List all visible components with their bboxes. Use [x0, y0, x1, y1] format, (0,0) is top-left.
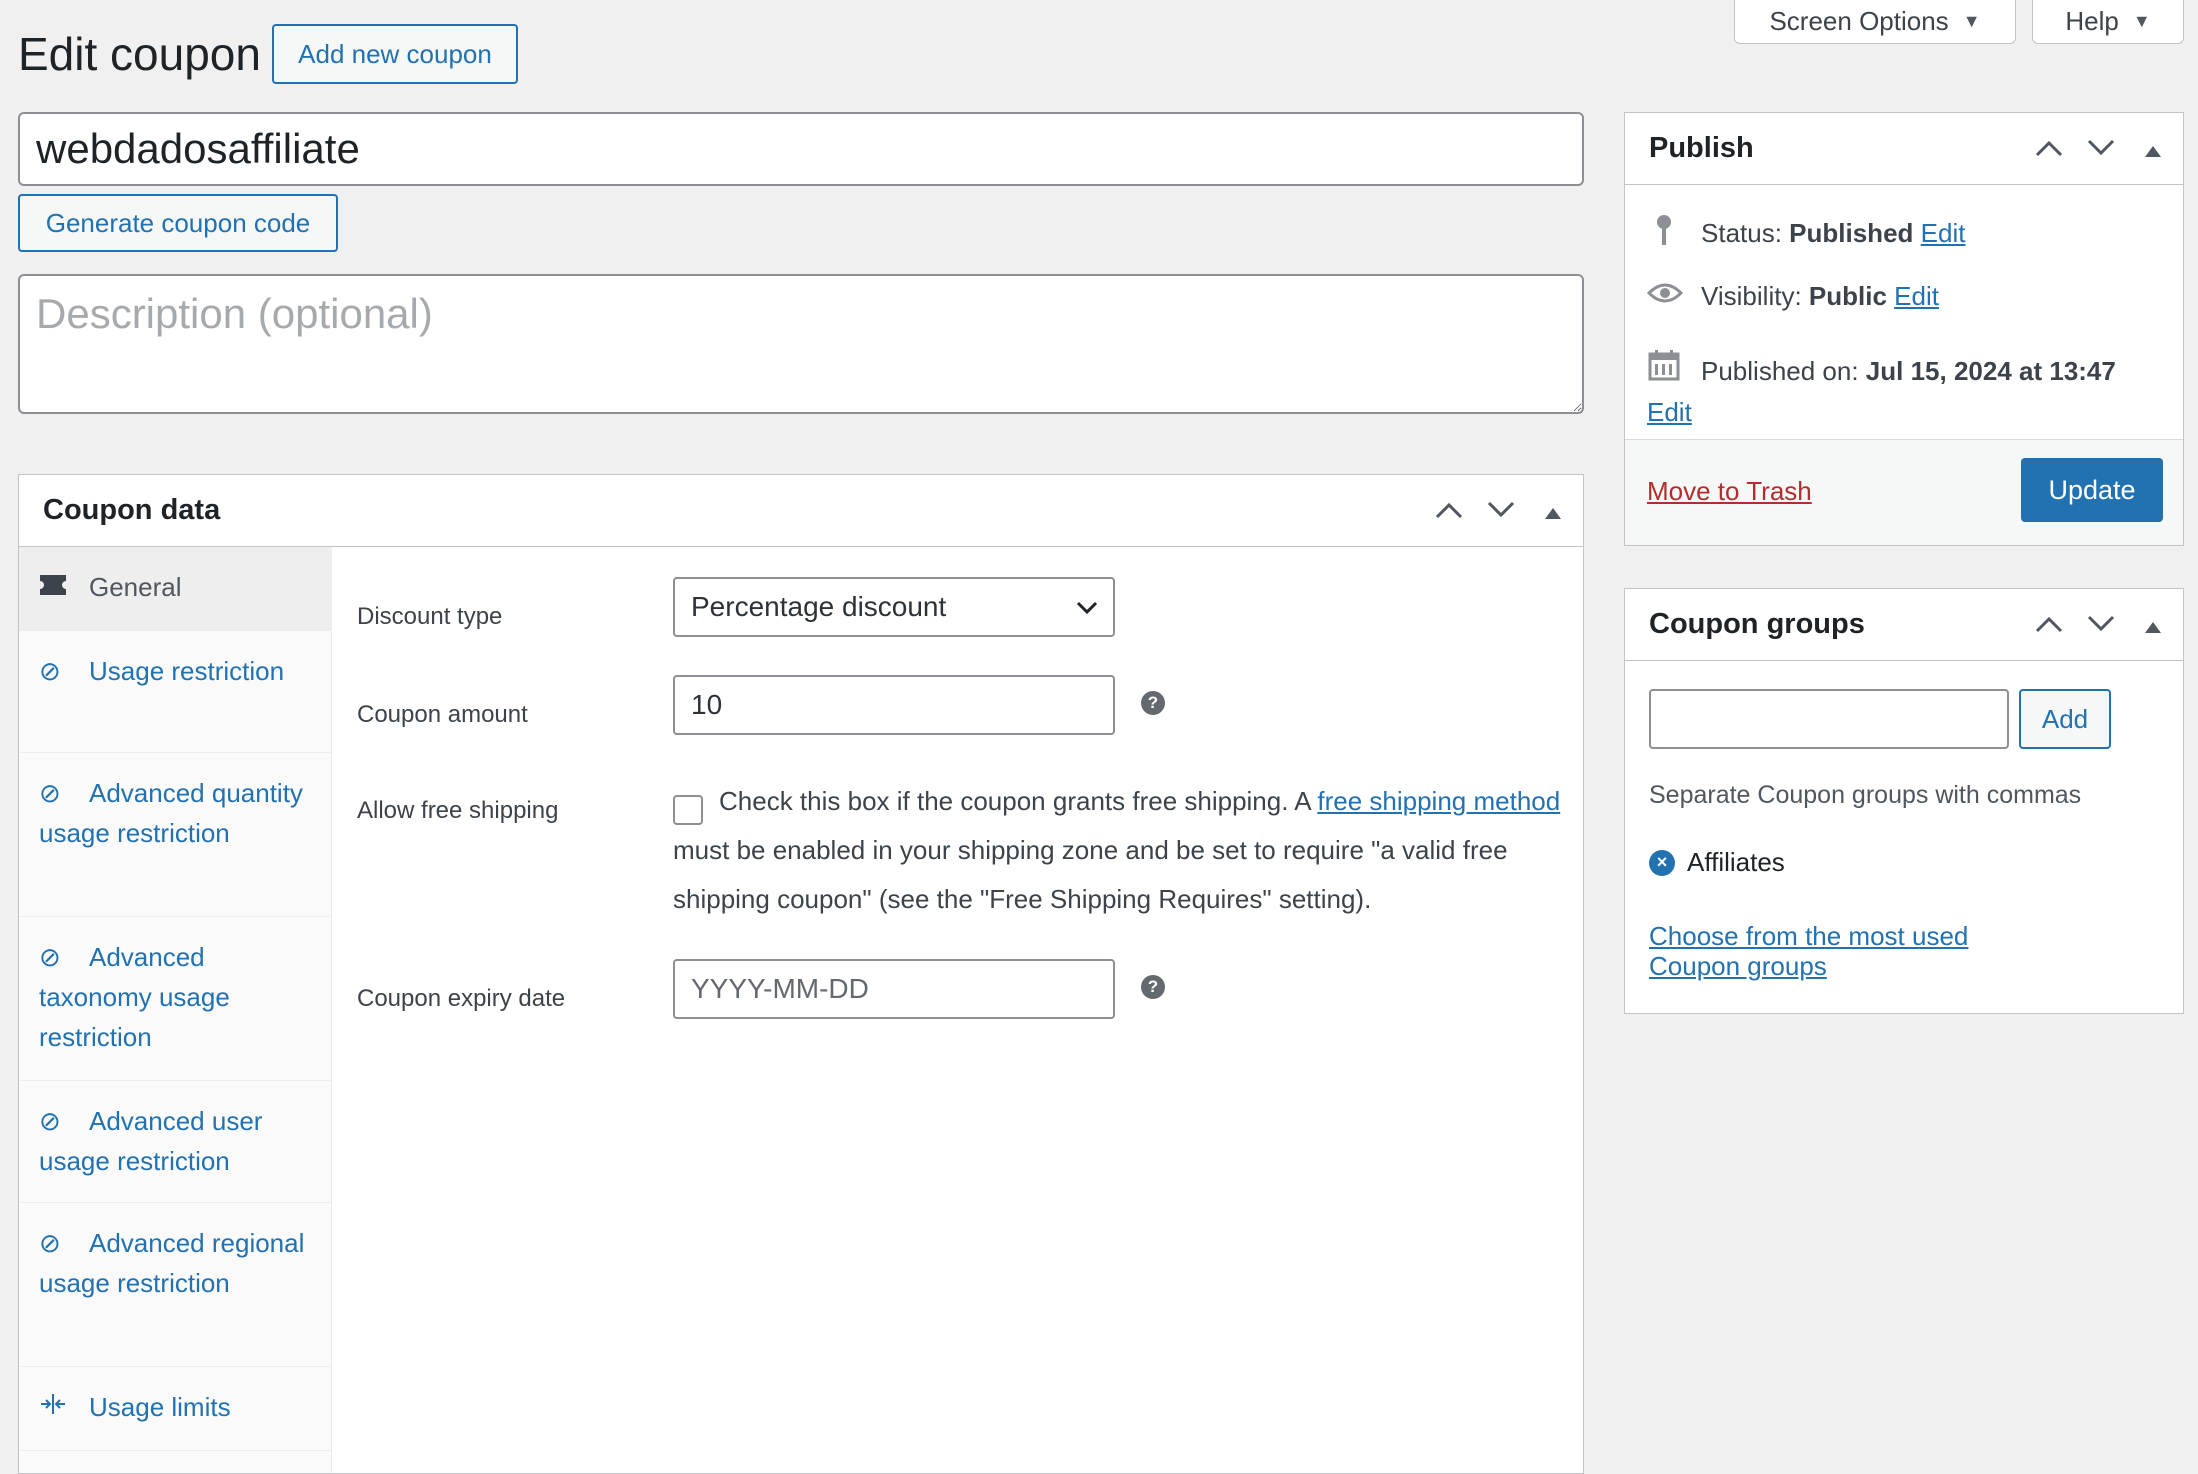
block-icon: ⊘ [39, 778, 61, 808]
coupon-data-panel: Coupon data General ⊘ Usage restriction ⊘… [18, 474, 1584, 1474]
free-shipping-description: Check this box if the coupon grants free… [673, 786, 1561, 914]
help-button[interactable]: Help ▼ [2032, 0, 2184, 44]
tab-usage-limits[interactable]: Usage limits [19, 1367, 331, 1451]
caret-down-icon: ▼ [1962, 11, 1981, 31]
status-row: Status: Published Edit [1647, 213, 1965, 254]
tab-advanced-quantity-usage-restriction[interactable]: ⊘ Advanced quantity usage restriction [19, 753, 331, 917]
discount-type-value: Percentage discount [691, 591, 947, 622]
visibility-value: Public [1808, 281, 1887, 311]
coupon-data-header: Coupon data [19, 475, 1583, 547]
group-tag: × Affiliates [1649, 847, 1785, 878]
free-shipping-label: Allow free shipping [357, 797, 559, 824]
screen-options-label: Screen Options [1769, 6, 1949, 36]
page-title: Edit coupon [18, 28, 261, 80]
toggle-panel-icon[interactable] [2137, 609, 2169, 642]
chevron-up-icon[interactable] [2033, 609, 2065, 642]
caret-down-icon: ▼ [2132, 11, 2151, 31]
groups-hint: Separate Coupon groups with commas [1649, 781, 2082, 809]
tab-advanced-user-usage-restriction[interactable]: ⊘ Advanced user usage restriction [19, 1081, 331, 1203]
tab-usage-restriction[interactable]: ⊘ Usage restriction [19, 631, 331, 753]
generate-coupon-code-button[interactable]: Generate coupon code [18, 194, 338, 252]
help-icon[interactable]: ? [1141, 691, 1165, 715]
free-shipping-method-link[interactable]: free shipping method [1317, 786, 1560, 816]
visibility-row: Visibility: Public Edit [1646, 281, 1939, 312]
published-on-row: Published on: Jul 15, 2024 at 13:47 Edit [1647, 349, 2167, 432]
chevron-up-icon[interactable] [2033, 133, 2065, 166]
discount-type-select[interactable]: Percentage discount [673, 577, 1115, 637]
edit-status-link[interactable]: Edit [1921, 218, 1966, 249]
most-used-groups-link[interactable]: Choose from the most used Coupon groups [1649, 921, 2049, 981]
block-icon: ⊘ [39, 942, 61, 972]
eye-icon [1646, 281, 1684, 312]
screen-options-button[interactable]: Screen Options ▼ [1734, 0, 2016, 44]
update-button[interactable]: Update [2021, 458, 2163, 522]
coupon-data-title: Coupon data [43, 494, 221, 526]
general-fields: Discount type Percentage discount Coupon… [331, 547, 1583, 1473]
coupon-amount-input[interactable] [673, 675, 1115, 735]
publish-actions: Move to Trash Update [1625, 439, 2183, 545]
chevron-down-icon[interactable] [1485, 495, 1517, 528]
ticket-icon [39, 567, 69, 607]
tab-advanced-regional-usage-restriction[interactable]: ⊘ Advanced regional usage restriction [19, 1203, 331, 1367]
chevron-down-icon[interactable] [2085, 609, 2117, 642]
tab-general[interactable]: General [19, 547, 331, 631]
pin-icon [1647, 213, 1681, 254]
chevron-up-icon[interactable] [1433, 495, 1465, 528]
move-to-trash-link[interactable]: Move to Trash [1647, 476, 1812, 507]
expiry-date-input[interactable] [673, 959, 1115, 1019]
edit-visibility-link[interactable]: Edit [1894, 281, 1939, 312]
toggle-panel-icon[interactable] [2137, 133, 2169, 166]
coupon-code-input[interactable] [18, 112, 1584, 186]
block-icon: ⊘ [39, 1106, 61, 1136]
coupon-amount-label: Coupon amount [357, 701, 528, 728]
block-icon: ⊘ [39, 656, 61, 686]
edit-date-link[interactable]: Edit [1647, 392, 2167, 432]
coupon-group-input[interactable] [1649, 689, 2009, 749]
publish-header: Publish [1625, 113, 2183, 185]
chevron-down-icon[interactable] [2085, 133, 2117, 166]
help-label: Help [2065, 6, 2119, 36]
publish-title: Publish [1649, 132, 1754, 164]
add-new-coupon-button[interactable]: Add new coupon [272, 24, 518, 84]
calendar-icon [1647, 349, 1681, 392]
chevron-down-icon [1075, 592, 1099, 629]
coupon-data-tabs: General ⊘ Usage restriction ⊘ Advanced qua… [19, 547, 332, 1473]
coupon-groups-header: Coupon groups [1625, 589, 2183, 661]
published-value: Jul 15, 2024 at 13:47 [1865, 355, 2116, 386]
arrows-in-icon [39, 1387, 69, 1427]
status-value: Published [1789, 218, 1914, 248]
add-group-button[interactable]: Add [2019, 689, 2111, 749]
publish-panel: Publish Status: Published Edit Visibilit… [1624, 112, 2184, 546]
remove-tag-icon[interactable]: × [1649, 849, 1675, 876]
coupon-groups-title: Coupon groups [1649, 608, 1865, 640]
toggle-panel-icon[interactable] [1537, 495, 1569, 528]
group-tag-label: Affiliates [1687, 847, 1785, 877]
coupon-groups-panel: Coupon groups Add Separate Coupon groups… [1624, 588, 2184, 1014]
discount-type-label: Discount type [357, 603, 503, 630]
description-textarea[interactable] [18, 274, 1584, 414]
help-icon[interactable]: ? [1141, 975, 1165, 999]
expiry-date-label: Coupon expiry date [357, 985, 566, 1012]
block-icon: ⊘ [39, 1228, 61, 1258]
tab-advanced-taxonomy-usage-restriction[interactable]: ⊘ Advanced taxonomy usage restriction [19, 917, 331, 1081]
